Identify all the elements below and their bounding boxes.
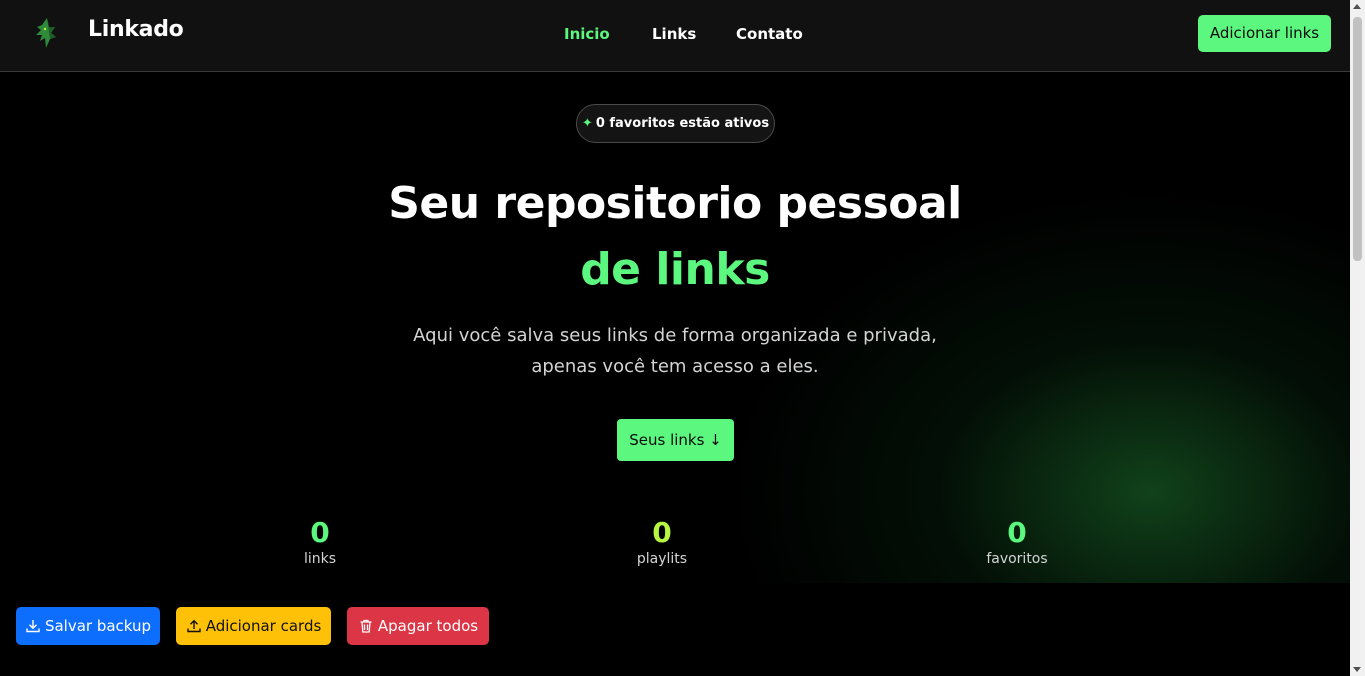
delete-all-button[interactable]: Apagar todos (347, 607, 489, 645)
stat-links-label: links (303, 551, 337, 567)
favorites-active-badge: ✦ 0 favoritos estão ativos (576, 104, 775, 143)
badge-text: 0 favoritos estão ativos (595, 116, 770, 131)
scroll-up-arrow-icon[interactable] (1353, 4, 1361, 9)
stat-playlists-label: playlits (636, 551, 688, 567)
top-navbar: Linkado Inicio Links Contato Adicionar l… (0, 0, 1350, 72)
nav-link-contato[interactable]: Contato (736, 25, 803, 43)
upload-icon (187, 619, 201, 633)
hero-title-line1: Seu repositorio pessoal (388, 178, 962, 229)
vertical-scrollbar[interactable] (1350, 0, 1365, 676)
stat-playlists: 0 playlits (562, 518, 762, 568)
stat-favorites-label: favoritos (986, 551, 1048, 567)
download-icon (26, 620, 40, 633)
stat-playlists-value: 0 (652, 516, 672, 549)
hero-subtitle-line2: apenas você tem acesso a eles. (531, 356, 819, 377)
scroll-down-arrow-icon[interactable] (1353, 667, 1361, 672)
brand-name[interactable]: Linkado (88, 17, 184, 42)
add-cards-button[interactable]: Adicionar cards (176, 607, 331, 645)
stat-favorites: 0 favoritos (917, 518, 1117, 568)
add-cards-label: Adicionar cards (205, 617, 322, 635)
hero-title-line2: de links (580, 244, 770, 295)
wolf-head-logo-icon[interactable] (33, 17, 59, 49)
stat-links-value: 0 (310, 516, 330, 549)
hero-subtitle-line1: Aqui você salva seus links de forma orga… (413, 325, 937, 346)
nav-link-inicio[interactable]: Inicio (564, 25, 610, 43)
nav-link-links[interactable]: Links (652, 25, 696, 43)
sparkles-icon: ✦ (581, 116, 593, 131)
save-backup-button[interactable]: Salvar backup (16, 607, 160, 645)
add-links-button[interactable]: Adicionar links (1198, 15, 1331, 52)
hero-subtitle: Aqui você salva seus links de forma orga… (0, 320, 1350, 382)
your-links-button[interactable]: Seus links ↓ (617, 419, 734, 461)
save-backup-label: Salvar backup (44, 617, 152, 635)
stat-favorites-value: 0 (1007, 516, 1027, 549)
trash-icon (360, 619, 372, 633)
stat-links: 0 links (220, 518, 420, 568)
delete-all-label: Apagar todos (377, 617, 479, 635)
scrollbar-thumb[interactable] (1353, 17, 1362, 261)
